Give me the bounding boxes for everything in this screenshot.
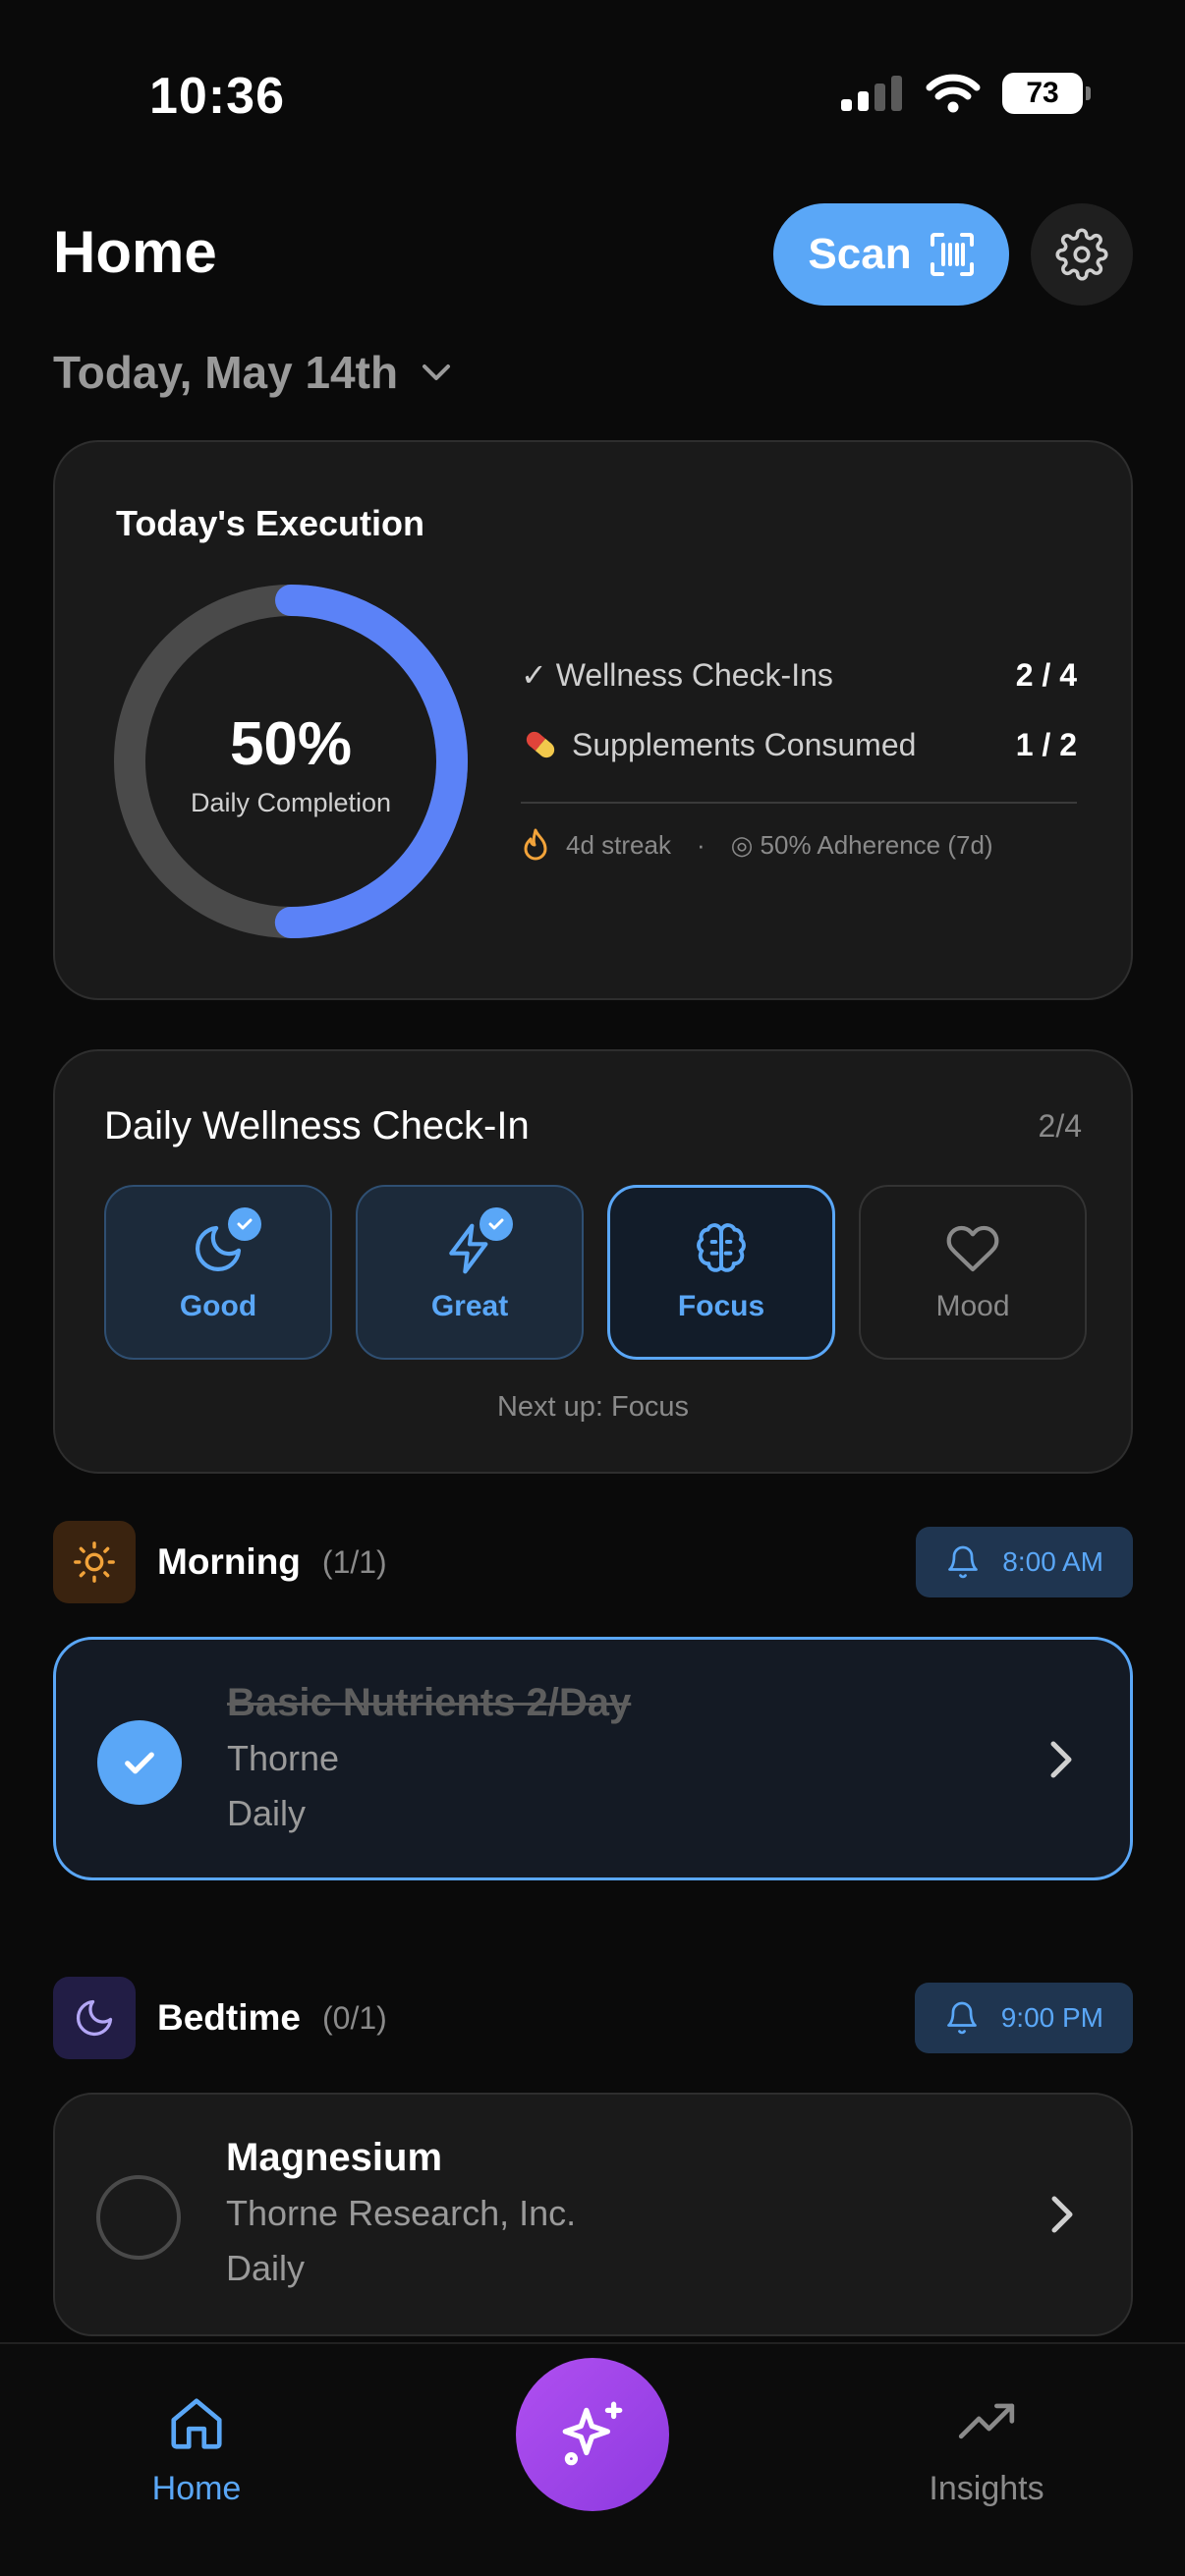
section-title: Morning [157, 1541, 301, 1582]
execution-divider [521, 802, 1077, 804]
wellness-stat-label: ✓ Wellness Check-Ins [521, 657, 833, 693]
chip-label: Great [430, 1290, 509, 1322]
date-selector[interactable]: Today, May 14th [53, 346, 453, 399]
moon-icon [76, 1999, 113, 2037]
wellness-chip-mood[interactable]: Mood [859, 1185, 1087, 1360]
supplement-frequency: Daily [227, 1793, 307, 1833]
sun-icon [74, 1541, 115, 1583]
status-icons: 73 [841, 73, 1091, 114]
adherence-label: ◎ 50% Adherence (7d) [730, 829, 993, 860]
reminder-time: 8:00 AM [1002, 1546, 1103, 1577]
wifi-icon [926, 74, 981, 113]
supplement-frequency: Daily [226, 2248, 306, 2288]
bell-icon [946, 2001, 977, 2035]
wellness-stat-value: 2 / 4 [1015, 656, 1077, 693]
supplement-card[interactable]: Magnesium Thorne Research, Inc. Daily [53, 2093, 1133, 2336]
supplement-name: Basic Nutrients 2/Day [227, 1681, 632, 1724]
supplement-name: Magnesium [226, 2136, 443, 2179]
brain-icon [697, 1223, 746, 1272]
execution-card: Today's Execution 50% Daily Completion ✓… [53, 440, 1133, 1000]
checkmark-badge-icon [480, 1207, 513, 1241]
wellness-title: Daily Wellness Check-In [104, 1104, 530, 1148]
wellness-chip-focus[interactable]: Focus [607, 1185, 835, 1360]
scan-button-label: Scan [808, 230, 912, 278]
chip-icon-wrap [191, 1207, 261, 1276]
chevron-right-icon [1051, 2196, 1073, 2233]
nav-insights-label: Insights [929, 2470, 1044, 2507]
chip-icon-wrap [694, 1221, 749, 1276]
section-icon-wrap [53, 1977, 136, 2059]
section-icon-wrap [53, 1521, 136, 1603]
pill-icon [526, 731, 555, 758]
checkmark-badge-icon [228, 1207, 261, 1241]
nav-home-label: Home [151, 2470, 242, 2507]
chip-icon-wrap [945, 1221, 1000, 1276]
battery-indicator: 73 [1002, 73, 1091, 114]
execution-meta: 4d streak · ◎ 50% Adherence (7d) [521, 827, 993, 863]
reminder-button[interactable]: 9:00 PM [914, 1983, 1133, 2053]
section-bedtime: Bedtime (0/1) 9:00 PM [53, 1977, 1133, 2059]
trending-up-icon [958, 2403, 1015, 2439]
execution-title: Today's Execution [116, 503, 424, 543]
chevron-down-icon [423, 364, 451, 380]
completion-label: Daily Completion [190, 788, 392, 817]
settings-button[interactable] [1031, 203, 1133, 306]
status-time: 10:36 [149, 68, 285, 125]
wellness-chip-great[interactable]: Great [356, 1185, 584, 1360]
chip-icon-wrap [442, 1207, 513, 1276]
supplement-card[interactable]: Basic Nutrients 2/Day Thorne Daily [53, 1637, 1133, 1880]
section-morning: Morning (1/1) 8:00 AM [53, 1521, 1133, 1603]
reminder-time: 9:00 PM [1000, 2002, 1103, 2033]
reminder-button[interactable]: 8:00 AM [916, 1527, 1133, 1597]
date-label: Today, May 14th [53, 347, 399, 398]
gear-icon [1055, 228, 1108, 281]
app-screen: 10:36 73 Home Scan Today, May 14th Today… [0, 0, 1185, 2576]
status-bar: 10:36 73 [0, 0, 1185, 177]
heart-icon [946, 1225, 999, 1272]
checkmark-icon [125, 1752, 154, 1774]
section-count: (1/1) [321, 1543, 387, 1580]
chevron-right-icon [1050, 1741, 1072, 1778]
wellness-count: 2/4 [1038, 1108, 1082, 1144]
sparkles-icon [562, 2401, 623, 2466]
streak-label: 4d streak [566, 829, 671, 860]
barcode-scan-icon [930, 233, 974, 276]
bottom-nav: Home Insights [0, 2342, 1185, 2576]
supplements-stat-value: 1 / 2 [1015, 726, 1077, 762]
wellness-chip-good[interactable]: Good [104, 1185, 332, 1360]
supplement-brand: Thorne Research, Inc. [226, 2193, 577, 2233]
wellness-card: Daily Wellness Check-In 2/4 Good Great F… [53, 1049, 1133, 1474]
flame-icon [524, 828, 547, 861]
section-title: Bedtime [157, 1997, 301, 2038]
supplements-stat-label: Supplements Consumed [572, 726, 917, 762]
scan-button[interactable]: Scan [773, 203, 1009, 306]
supplement-brand: Thorne [227, 1738, 340, 1778]
home-icon [171, 2398, 222, 2449]
supplements-stat-label-wrap: Supplements Consumed [521, 725, 916, 764]
page-title: Home [53, 219, 217, 285]
cellular-signal-icon [841, 76, 902, 111]
ai-assistant-button[interactable] [516, 2358, 669, 2511]
completion-percent: 50% [229, 710, 353, 778]
wellness-stat-row: ✓ Wellness Check-Ins 2 / 4 [521, 656, 1077, 694]
chip-label: Mood [935, 1290, 1010, 1322]
nav-insights[interactable]: Insights [869, 2393, 1104, 2508]
nav-home[interactable]: Home [79, 2393, 314, 2508]
meta-separator: · [696, 829, 705, 860]
bell-icon [948, 1545, 979, 1579]
chip-label: Good [179, 1290, 257, 1322]
taken-checkbox[interactable] [97, 1720, 182, 1805]
supplements-stat-row: Supplements Consumed 1 / 2 [521, 725, 1077, 764]
section-count: (0/1) [321, 1999, 387, 2036]
taken-checkbox[interactable] [96, 2175, 181, 2260]
chip-label: Focus [677, 1290, 765, 1322]
next-up-label: Next up: Focus [496, 1391, 690, 1423]
